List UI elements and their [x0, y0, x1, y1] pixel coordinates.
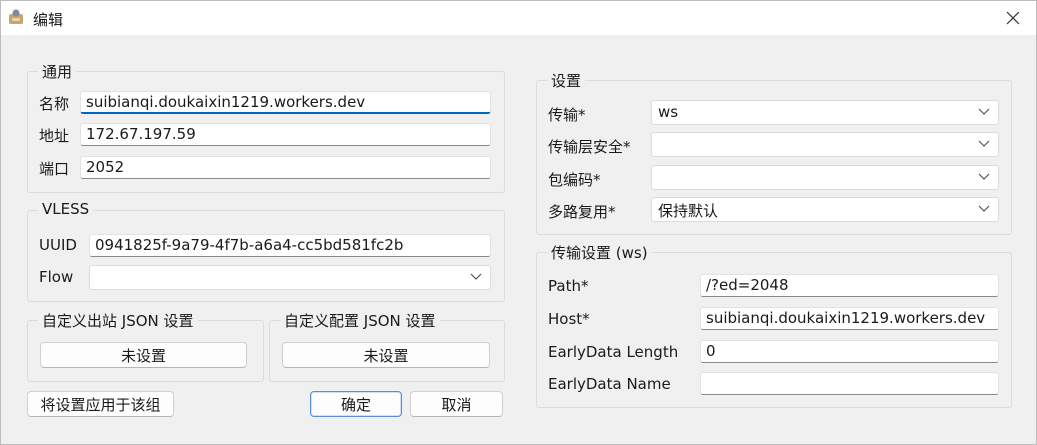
name-label: 名称 [39, 95, 70, 113]
mux-select-value: 保持默认 [658, 202, 719, 220]
chevron-down-icon [470, 273, 482, 280]
port-input[interactable]: 2052 [80, 156, 491, 179]
address-label: 地址 [39, 127, 70, 145]
outbound-json-title: 自定义出站 JSON 设置 [38, 310, 198, 331]
flow-label: Flow [39, 268, 74, 286]
chevron-down-icon [978, 140, 990, 147]
early-data-name-label: EarlyData Name [548, 375, 671, 393]
transport-select-value: ws [658, 103, 679, 121]
mux-select[interactable]: 保持默认 [651, 197, 999, 222]
early-data-length-label: EarlyData Length [548, 343, 679, 361]
ok-button[interactable]: 确定 [310, 391, 402, 417]
apply-to-group-button[interactable]: 将设置应用于该组 [27, 391, 174, 417]
general-group-title: 通用 [38, 61, 77, 82]
transport-label: 传输* [548, 106, 586, 124]
vless-group-title: VLESS [38, 200, 94, 218]
chevron-down-icon [978, 108, 990, 115]
host-input[interactable]: suibianqi.doukaixin1219.workers.dev [700, 307, 999, 330]
path-label: Path* [548, 277, 589, 295]
settings-group-title: 设置 [547, 70, 586, 91]
packet-encoding-label: 包编码* [548, 171, 601, 189]
close-icon [1006, 11, 1020, 25]
flow-select[interactable] [89, 265, 491, 290]
cancel-button[interactable]: 取消 [410, 391, 503, 417]
chevron-down-icon [978, 173, 990, 180]
packet-encoding-select[interactable] [651, 165, 999, 190]
name-input[interactable]: suibianqi.doukaixin1219.workers.dev [80, 91, 491, 114]
mux-label: 多路复用* [548, 203, 616, 221]
config-json-button[interactable]: 未设置 [282, 342, 490, 368]
path-input[interactable]: /?ed=2048 [700, 274, 999, 297]
uuid-label: UUID [39, 236, 77, 254]
transport-select[interactable]: ws [651, 100, 999, 125]
transport-settings-title: 传输设置 (ws) [547, 242, 652, 263]
title-bar: 编辑 [1, 1, 1036, 35]
edit-dialog: 编辑 通用 名称 suibianqi.doukaixin1219.workers… [0, 0, 1037, 445]
app-icon [9, 9, 23, 24]
address-input[interactable]: 172.67.197.59 [80, 123, 491, 146]
port-label: 端口 [39, 160, 70, 178]
early-data-name-input[interactable] [700, 372, 999, 395]
tls-select[interactable] [651, 132, 999, 157]
config-json-title: 自定义配置 JSON 设置 [280, 310, 440, 331]
chevron-down-icon [978, 205, 990, 212]
window-title: 编辑 [33, 11, 64, 29]
close-button[interactable] [990, 1, 1036, 35]
early-data-length-input[interactable]: 0 [700, 340, 999, 363]
host-label: Host* [548, 310, 590, 328]
uuid-input[interactable]: 0941825f-9a79-4f7b-a6a4-cc5bd581fc2b [89, 234, 491, 257]
outbound-json-button[interactable]: 未设置 [40, 342, 247, 368]
tls-label: 传输层安全* [548, 138, 631, 156]
